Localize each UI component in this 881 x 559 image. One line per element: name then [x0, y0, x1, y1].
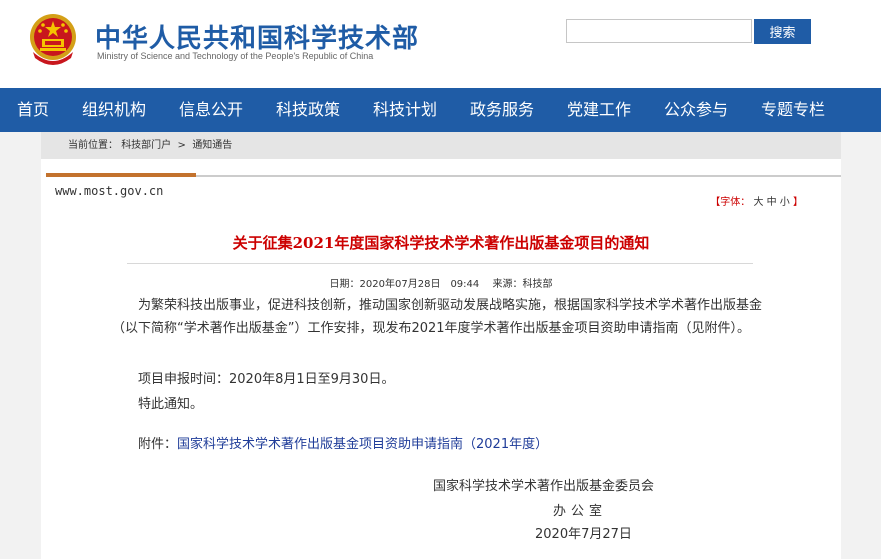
breadcrumb-current-link[interactable]: 通知通告	[192, 132, 232, 159]
article-title: 关于征集2021年度国家科学技术学术著作出版基金项目的通知	[232, 234, 650, 252]
article-date: 日期：2020年07月28日 09:44	[329, 279, 480, 290]
attachment-label: 附件：	[138, 437, 178, 452]
article-meta: 日期：2020年07月28日 09:44 来源：科技部	[41, 275, 841, 290]
breadcrumb: 当前位置： 科技部门户 > 通知通告	[41, 132, 841, 159]
font-size-selector: 【字体： 大 中 小 】	[710, 193, 803, 208]
nav-item-organization[interactable]: 组织机构	[82, 88, 146, 132]
nav-item-services[interactable]: 政务服务	[470, 88, 534, 132]
national-emblem-icon[interactable]	[27, 12, 79, 66]
attachment-link[interactable]: 国家科学技术学术著作出版基金项目资助申请指南（2021年度）	[177, 437, 548, 452]
attachment: 附件：国家科学技术学术著作出版基金项目资助申请指南（2021年度）	[138, 433, 548, 456]
nav-item-policy[interactable]: 科技政策	[276, 88, 340, 132]
breadcrumb-separator: >	[174, 140, 190, 151]
article-container: www.most.gov.cn 【字体： 大 中 小 】 关于征集2021年度国…	[41, 159, 841, 559]
main-nav: 首页 组织机构 信息公开 科技政策 科技计划 政务服务 党建工作 公众参与 专题…	[0, 88, 881, 132]
font-size-options[interactable]: 大 中 小	[753, 197, 789, 208]
search-input[interactable]	[566, 19, 752, 43]
nav-item-topics[interactable]: 专题专栏	[761, 88, 825, 132]
breadcrumb-label: 当前位置：	[68, 140, 118, 151]
header-bar-accent	[46, 173, 196, 177]
nav-item-party[interactable]: 党建工作	[567, 88, 631, 132]
article-paragraph: 为繁荣科技出版事业，促进科技创新，推动国家创新驱动发展战略实施，根据国家科学技术…	[112, 298, 763, 336]
signature-date: 2020年7月27日	[535, 527, 632, 542]
site-domain: www.most.gov.cn	[55, 184, 164, 198]
signature-office: 办公室	[553, 504, 608, 519]
nav-item-home[interactable]: 首页	[17, 88, 49, 132]
font-size-close: 】	[793, 197, 803, 208]
title-divider	[127, 263, 753, 264]
site-header: 中华人民共和国科学技术部 Ministry of Science and Tec…	[0, 0, 881, 88]
nav-item-info-disclosure[interactable]: 信息公开	[179, 88, 243, 132]
site-subtitle: Ministry of Science and Technology of th…	[97, 51, 374, 61]
site-title[interactable]: 中华人民共和国科学技术部	[95, 18, 419, 55]
signature-organization: 国家科学技术学术著作出版基金委员会	[433, 479, 655, 494]
header-bar-line	[196, 175, 841, 177]
article-paragraph-closing: 特此通知。	[138, 397, 204, 412]
nav-item-public[interactable]: 公众参与	[664, 88, 728, 132]
article-source: 来源：科技部	[492, 279, 553, 290]
breadcrumb-home-link[interactable]: 科技部门户	[121, 132, 171, 159]
article-paragraph-deadline: 项目申报时间：2020年8月1日至9月30日。	[138, 372, 395, 387]
nav-item-programs[interactable]: 科技计划	[373, 88, 437, 132]
font-size-label: 【字体：	[710, 197, 751, 208]
search-button[interactable]: 搜索	[754, 19, 811, 44]
